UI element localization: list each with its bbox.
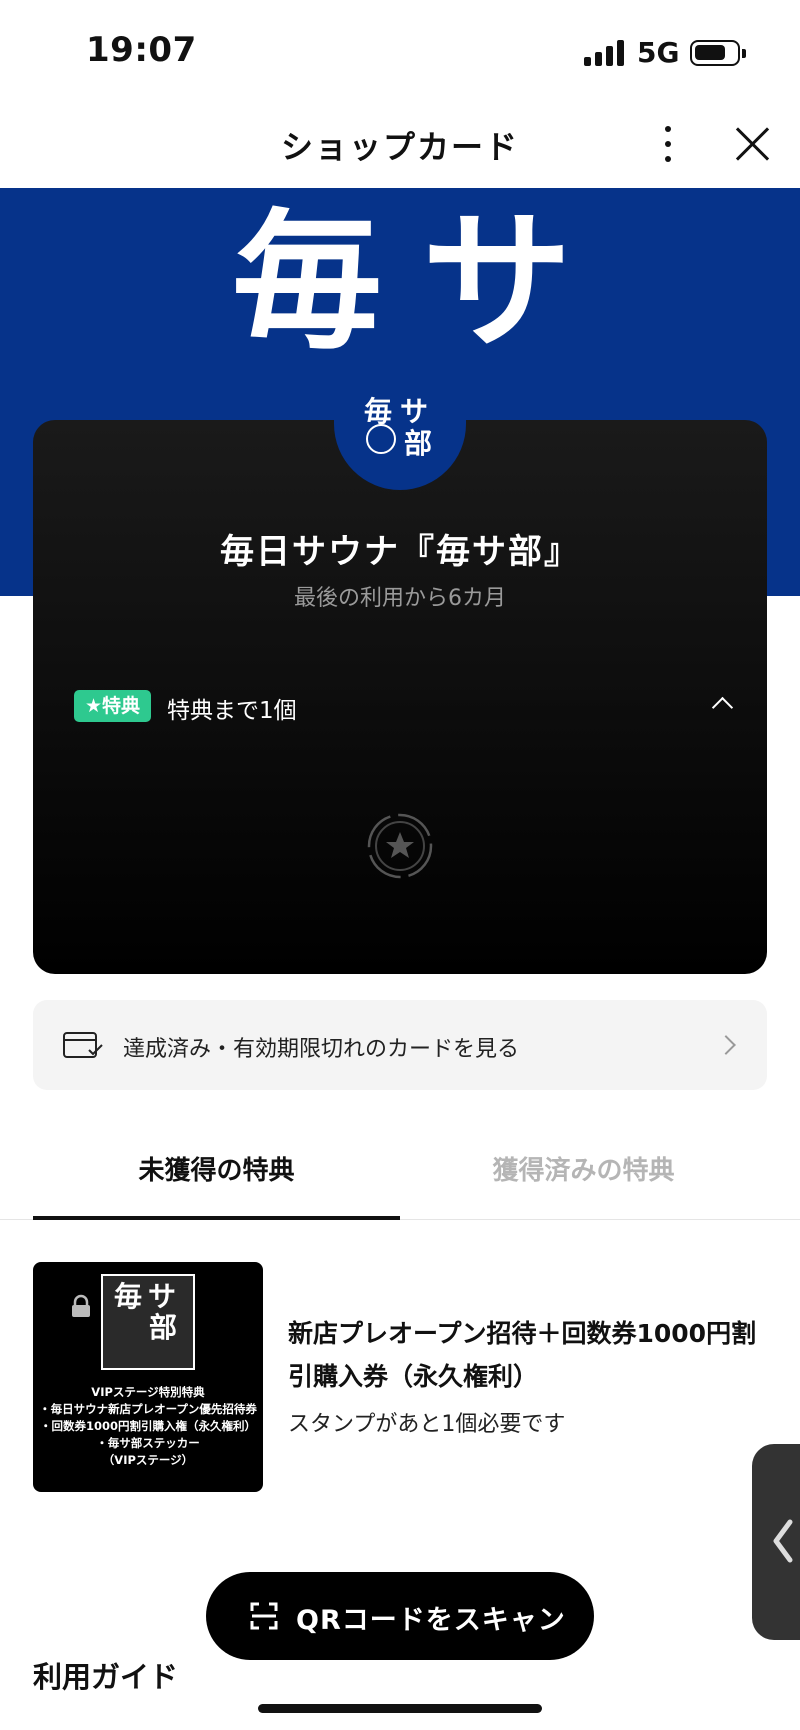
thumb-line: （VIPステージ） [102, 1453, 194, 1467]
thumb-line: ・毎日サウナ新店プレオープン優先招待券 [39, 1402, 257, 1416]
scan-icon [250, 1602, 278, 1630]
card-subtitle: 最後の利用から6カ月 [294, 586, 506, 611]
logo-line2: 部 [404, 427, 433, 460]
banner-text: 毎サ [232, 196, 613, 370]
status-time: 19:07 [86, 30, 197, 70]
header: ショップカード [0, 100, 800, 188]
tab-earned[interactable]: 獲得済みの特典 [400, 1150, 767, 1187]
signal-icon [584, 40, 626, 66]
past-cards-link[interactable]: 達成済み・有効期限切れのカードを見る [33, 1000, 767, 1090]
thumb-logo-bottom: 部 [148, 1310, 183, 1344]
home-indicator [258, 1704, 542, 1713]
thumb-line: VIPステージ特別特典 [91, 1385, 205, 1399]
side-panel-handle[interactable] [752, 1444, 800, 1640]
reward-badge: ★特典 [74, 690, 151, 722]
thumb-line: ・毎サ部ステッカー [96, 1436, 200, 1450]
logo-line1: 毎サ [363, 395, 436, 428]
card-title: 毎日サウナ『毎サ部』 [220, 532, 580, 572]
status-bar: 19:07 5G [0, 0, 800, 100]
reward-thumbnail[interactable]: 毎サ 部 VIPステージ特別特典 ・毎日サウナ新店プレオープン優先招待券 ・回数… [33, 1262, 263, 1492]
thumb-logo-top: 毎サ [113, 1280, 182, 1313]
guide-heading: 利用ガイド [33, 1660, 179, 1694]
chevron-up-icon[interactable] [711, 694, 733, 716]
network-type: 5G [637, 36, 680, 69]
scan-qr-label: QRコードをスキャン [296, 1605, 566, 1636]
thumb-line: ・回数券1000円割引購入権（永久権利） [39, 1419, 256, 1433]
past-cards-label: 達成済み・有効期限切れのカードを見る [123, 1037, 520, 1062]
reward-title[interactable]: 新店プレオープン招待＋回数券1000円割引購入券（永久権利） [288, 1313, 758, 1398]
more-icon[interactable] [650, 122, 686, 166]
chevron-right-icon [719, 1034, 739, 1056]
close-icon[interactable] [732, 124, 772, 164]
thumb-logo: 毎サ 部 [101, 1274, 195, 1370]
logo-mascot-icon [366, 424, 396, 454]
chevron-left-icon [773, 1519, 793, 1563]
reward-remaining: 特典まで1個 [167, 698, 297, 724]
battery-icon [690, 40, 746, 66]
card-check-icon [63, 1032, 103, 1058]
stamp-star-icon [367, 813, 433, 879]
scan-qr-button[interactable]: QRコードをスキャン [206, 1572, 594, 1660]
reward-tabs: 未獲得の特典 獲得済みの特典 [0, 1130, 800, 1220]
tab-unearned[interactable]: 未獲得の特典 [33, 1150, 400, 1187]
reward-description: スタンプがあと1個必要です [288, 1412, 566, 1437]
tab-underline [33, 1216, 400, 1220]
lock-icon [72, 1294, 90, 1317]
